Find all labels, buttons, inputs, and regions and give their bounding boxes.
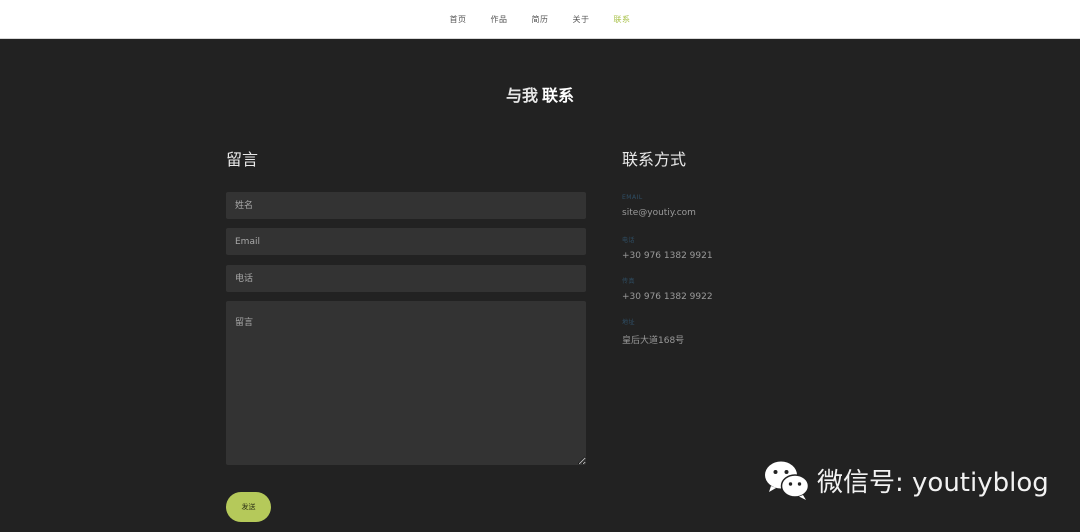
form-heading: 留言 — [226, 150, 259, 169]
contact-phone: 电话 +30 976 1382 9921 — [622, 235, 713, 261]
nav-item-works[interactable]: 作品 — [491, 14, 508, 25]
contact-address: 地址 皇后大道168号 — [622, 317, 684, 346]
section-title: 与我 联系 — [0, 82, 1080, 106]
email-input[interactable] — [226, 228, 586, 255]
watermark-text: 微信号: youtiyblog — [817, 467, 1049, 498]
wechat-icon — [765, 461, 810, 500]
nav-item-about[interactable]: 关于 — [573, 14, 590, 25]
contact-email-label: EMAIL — [622, 194, 643, 201]
contact-email-value: site@youtiy.com — [622, 208, 696, 218]
contact-address-label: 地址 — [622, 319, 636, 326]
contact-fax: 传真 +30 976 1382 9922 — [622, 276, 713, 302]
nav-item-contact[interactable]: 联系 — [614, 14, 631, 25]
section-title-bold: 联系 — [542, 86, 575, 105]
contact-fax-label: 传真 — [622, 278, 636, 285]
contact-email: EMAIL site@youtiy.com — [622, 194, 696, 218]
nav-item-home[interactable]: 首页 — [450, 14, 467, 25]
contact-phone-value: +30 976 1382 9921 — [622, 251, 713, 261]
section-title-light: 与我 — [505, 86, 538, 105]
contact-heading: 联系方式 — [622, 150, 687, 169]
send-button[interactable]: 发送 — [226, 492, 271, 522]
name-input[interactable] — [226, 192, 586, 219]
message-form: 留言 发送 — [226, 146, 586, 522]
contact-address-value: 皇后大道168号 — [622, 336, 685, 346]
contact-fax-value: +30 976 1382 9922 — [622, 292, 713, 302]
top-navigation: 首页 作品 简历 关于 联系 — [0, 0, 1080, 39]
nav-item-resume[interactable]: 简历 — [532, 14, 549, 25]
contact-phone-label: 电话 — [622, 237, 636, 244]
phone-input[interactable] — [226, 265, 586, 292]
contact-info: 联系方式 EMAIL site@youtiy.com 电话 +30 976 13… — [622, 146, 822, 346]
wechat-watermark: 微信号: youtiyblog — [763, 458, 1049, 502]
message-textarea[interactable] — [226, 301, 586, 465]
